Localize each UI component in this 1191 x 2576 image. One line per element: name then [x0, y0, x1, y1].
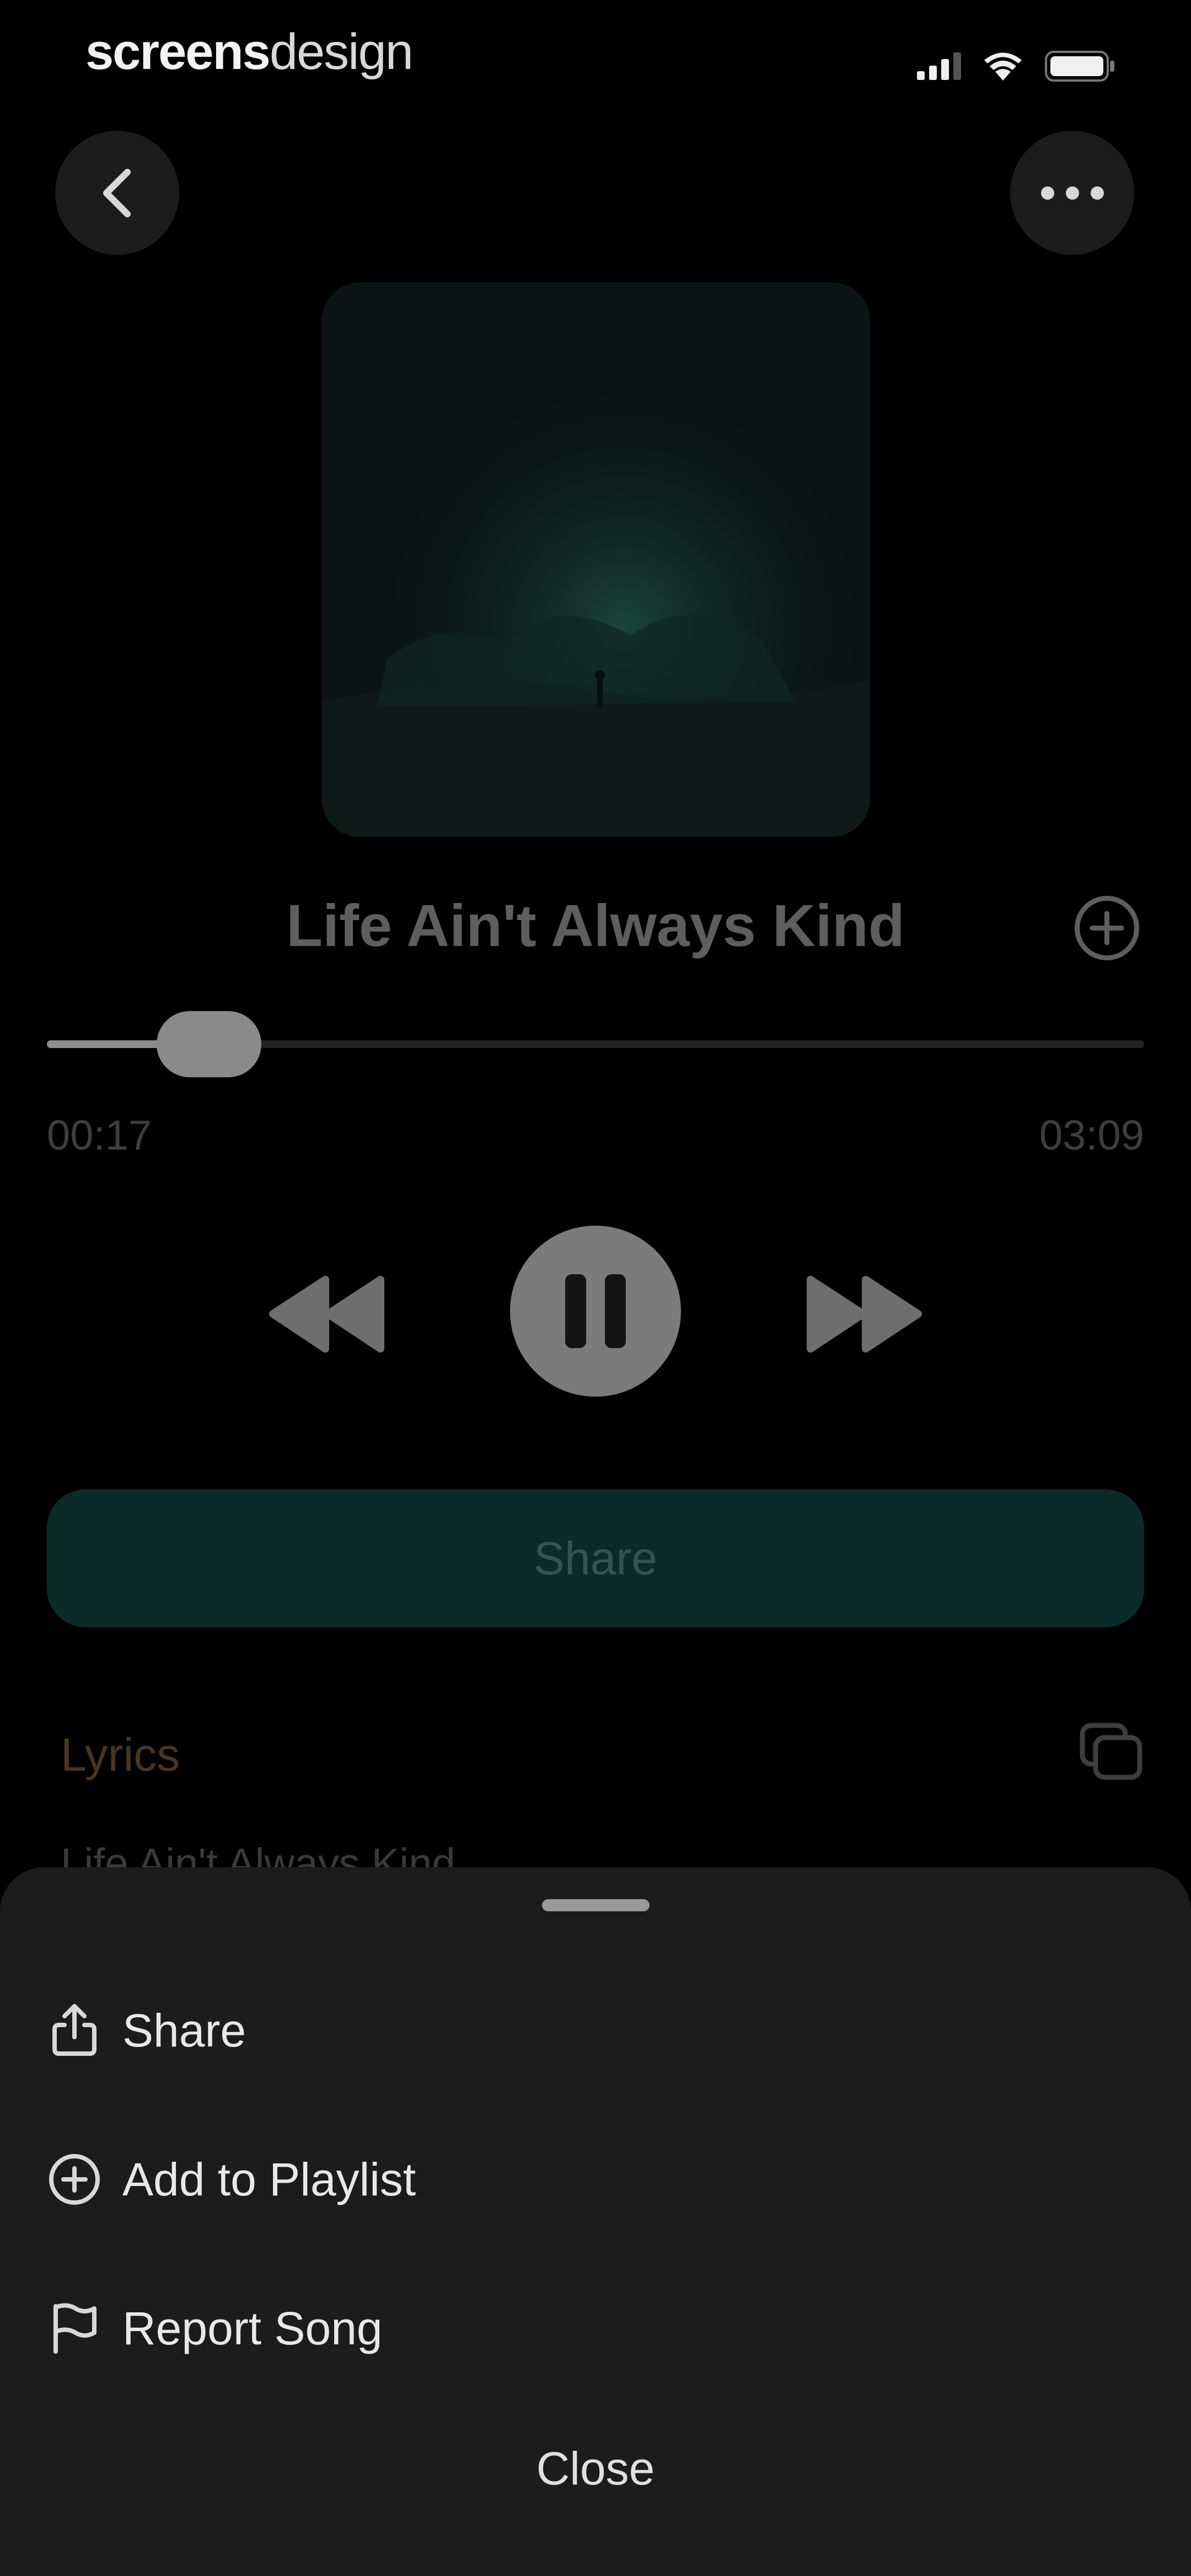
- more-horizontal-icon: [1040, 186, 1104, 200]
- sheet-grabber[interactable]: [542, 1899, 650, 1911]
- copy-icon: [1080, 1723, 1142, 1780]
- pause-button[interactable]: [510, 1226, 681, 1397]
- time-elapsed: 00:17: [47, 1112, 152, 1159]
- pause-icon: [565, 1274, 626, 1348]
- time-total: 03:09: [1039, 1112, 1144, 1159]
- progress-thumb[interactable]: [156, 1011, 261, 1077]
- back-button[interactable]: [55, 131, 179, 255]
- fast-forward-button[interactable]: [805, 1274, 924, 1354]
- lyrics-heading: Lyrics: [61, 1729, 180, 1781]
- sheet-item-label: Add to Playlist: [122, 2153, 416, 2205]
- rewind-button[interactable]: [267, 1274, 386, 1354]
- flag-icon: [47, 2301, 102, 2356]
- close-button[interactable]: Close: [0, 2419, 1191, 2518]
- artwork-image: [321, 282, 870, 837]
- add-to-library-button[interactable]: [1072, 894, 1141, 963]
- more-options-button[interactable]: [1010, 131, 1134, 255]
- sheet-item-label: Report Song: [122, 2302, 383, 2354]
- album-artwork: [321, 282, 870, 837]
- sheet-item-label: Share: [122, 2004, 246, 2056]
- sheet-item-report-song[interactable]: Report Song: [0, 2273, 1191, 2383]
- share-button[interactable]: Share: [47, 1489, 1144, 1627]
- plus-circle-icon: [1075, 896, 1139, 960]
- sheet-item-add-to-playlist[interactable]: Add to Playlist: [0, 2124, 1191, 2235]
- sheet-item-share[interactable]: Share: [0, 1975, 1191, 2086]
- rewind-icon: [269, 1276, 384, 1353]
- screen: screensdesign Life Ain't Always Kind 00:…: [0, 0, 1191, 2576]
- share-icon: [47, 2003, 102, 2058]
- plus-circle-icon: [47, 2152, 102, 2207]
- song-title: Life Ain't Always Kind: [286, 892, 905, 959]
- chevron-left-icon: [103, 168, 131, 217]
- options-bottom-sheet: Share Add to Playlist Report Song Close: [0, 1867, 1191, 2576]
- copy-lyrics-button[interactable]: [1078, 1721, 1144, 1782]
- progress-slider[interactable]: [47, 1011, 1144, 1077]
- fast-forward-icon: [807, 1276, 922, 1353]
